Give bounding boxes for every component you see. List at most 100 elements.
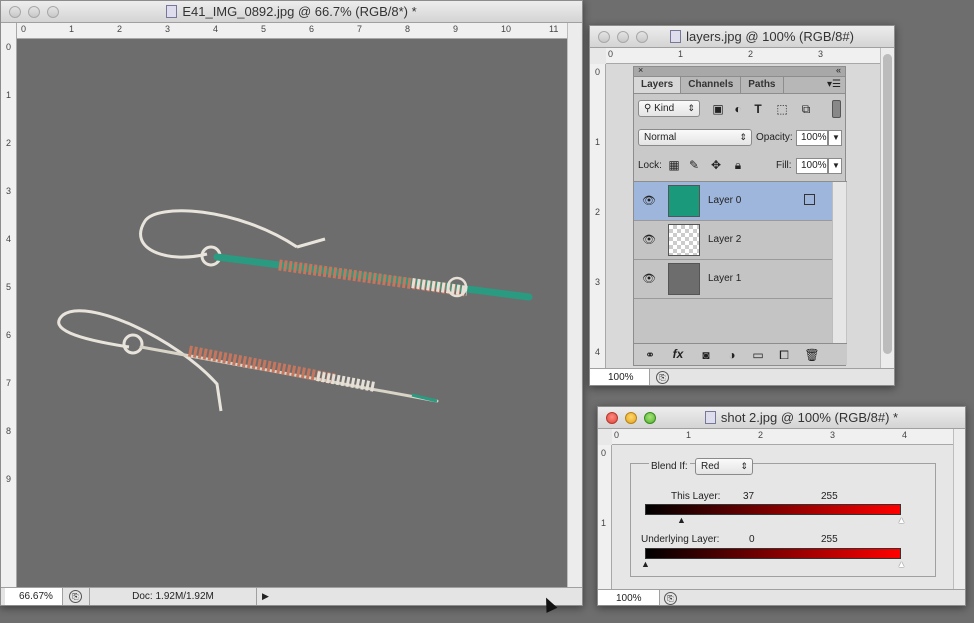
blend-mode-dropdown[interactable]: Normal ⇕: [638, 129, 752, 146]
document-size-info[interactable]: Doc: 1.92M/1.92M: [89, 588, 257, 605]
visibility-eye-icon[interactable]: 👁︎: [642, 273, 656, 285]
status-share-icon[interactable]: ⎘: [69, 590, 82, 603]
adjustment-filter-icon[interactable]: ◐: [730, 102, 746, 116]
scrollbar-thumb[interactable]: [883, 54, 892, 354]
ruler-v-label: 2: [595, 207, 601, 217]
status-share-icon[interactable]: ⎘: [664, 592, 677, 605]
tab-channels[interactable]: Channels: [681, 77, 742, 93]
zoom-button[interactable]: [644, 412, 656, 424]
panel-collapse-icon[interactable]: «: [836, 65, 841, 75]
layer-name: Layer 1: [708, 273, 742, 284]
shot-window-status-bar: 100% ⎘: [598, 589, 965, 605]
blend-if-channel-dropdown[interactable]: Red ⇕: [695, 458, 753, 475]
opacity-dropdown-arrow[interactable]: ▼: [828, 130, 842, 146]
pixel-filter-icon[interactable]: ▣: [710, 102, 726, 116]
zoom-button[interactable]: [636, 31, 648, 43]
layer-row-layer-1[interactable]: 👁︎ Layer 1: [634, 260, 832, 299]
lock-pixels-brush-icon[interactable]: ✎: [686, 158, 702, 172]
lock-transparency-icon[interactable]: ▦: [666, 158, 682, 172]
ruler-v-label: 0: [595, 67, 601, 77]
smart-object-filter-icon[interactable]: ⧉: [798, 102, 814, 116]
minimize-button[interactable]: [28, 6, 40, 18]
link-layers-icon[interactable]: ⚭: [642, 348, 658, 362]
kind-filter-dropdown[interactable]: ⚲ Kind ⇕: [638, 100, 700, 117]
layer-row-layer-0[interactable]: 👁︎ Layer 0: [634, 182, 832, 221]
lock-all-icon[interactable]: 🔒︎: [730, 158, 746, 172]
zoom-level-field[interactable]: 66.67%: [5, 588, 63, 605]
ruler-v-label: 8: [6, 426, 12, 436]
layer-list-scrollbar[interactable]: [832, 182, 846, 344]
window-controls: [606, 412, 656, 424]
ruler-v-label: 4: [595, 347, 601, 357]
status-menu-arrow-icon[interactable]: ▶: [262, 588, 269, 605]
underlying-layer-label: Underlying Layer:: [641, 534, 720, 545]
main-vertical-scrollbar[interactable]: [567, 23, 581, 589]
this-layer-black-slider[interactable]: ▲: [677, 516, 686, 525]
filter-toggle-switch[interactable]: [832, 100, 841, 118]
document-icon: [166, 5, 178, 18]
blend-if-label: Blend If:: [649, 461, 690, 472]
layers-window-titlebar[interactable]: layers.jpg @ 100% (RGB/8#): [590, 26, 894, 48]
type-filter-icon[interactable]: T: [750, 102, 766, 116]
delete-layer-trash-icon[interactable]: 🗑︎: [804, 348, 820, 362]
lock-label: Lock:: [638, 160, 662, 171]
panel-close-icon[interactable]: ×: [638, 65, 643, 75]
ruler-h-label: 2: [117, 24, 123, 34]
shot-window-titlebar[interactable]: shot 2.jpg @ 100% (RGB/8#) *: [598, 407, 965, 429]
ruler-v-label: 3: [595, 277, 601, 287]
ruler-h-label: 8: [405, 24, 411, 34]
shot-window-scrollbar[interactable]: [953, 429, 965, 589]
lock-position-move-icon[interactable]: ✥: [708, 158, 724, 172]
this-layer-white-slider[interactable]: ▲: [897, 516, 906, 525]
ruler-h-label: 6: [309, 24, 315, 34]
visibility-eye-icon[interactable]: 👁︎: [642, 195, 656, 207]
minimize-button[interactable]: [625, 412, 637, 424]
fx-icon[interactable]: fx: [670, 347, 686, 361]
status-share-icon[interactable]: ⎘: [656, 371, 669, 384]
main-status-bar: 66.67% ⎘ Doc: 1.92M/1.92M ▶: [1, 587, 582, 605]
ruler-v-label: 4: [6, 234, 12, 244]
main-vertical-ruler: 0 1 2 3 4 5 6 7 8 9: [1, 39, 17, 587]
tab-paths[interactable]: Paths: [741, 77, 784, 93]
new-group-folder-icon[interactable]: ▭: [750, 348, 766, 362]
shot-canvas[interactable]: Blend If: Red ⇕ This Layer: 37 255 ▲ ▲ U…: [612, 445, 953, 589]
ruler-h-label: 1: [678, 49, 684, 59]
new-layer-icon[interactable]: ⧠: [776, 348, 792, 362]
tab-layers[interactable]: Layers: [634, 77, 682, 93]
ruler-h-label: 4: [902, 430, 908, 440]
layer-thumbnail: [668, 185, 700, 217]
ruler-v-label: 1: [601, 518, 607, 528]
visibility-eye-icon[interactable]: 👁︎: [642, 234, 656, 246]
zoom-level-field[interactable]: 100%: [598, 590, 660, 605]
main-titlebar[interactable]: E41_IMG_0892.jpg @ 66.7% (RGB/8*) *: [1, 1, 582, 23]
opacity-input[interactable]: 100%: [796, 130, 828, 146]
adjustment-layer-icon[interactable]: ◑: [724, 348, 740, 362]
layers-panel: × « Layers Channels Paths ▾☰ ⚲ Kind ⇕ ▣ …: [633, 65, 847, 366]
layer-row-layer-2[interactable]: 👁︎ Layer 2: [634, 221, 832, 260]
close-button[interactable]: [598, 31, 610, 43]
zoom-level-field[interactable]: 100%: [590, 369, 650, 385]
fill-input[interactable]: 100%: [796, 158, 828, 174]
image-canvas[interactable]: [17, 39, 567, 587]
fill-dropdown-arrow[interactable]: ▼: [828, 158, 842, 174]
this-layer-label: This Layer:: [671, 491, 721, 502]
minimize-button[interactable]: [617, 31, 629, 43]
underlying-gradient-bar: [645, 548, 901, 559]
panel-menu-icon[interactable]: ▾☰: [827, 77, 845, 93]
underlying-black-slider[interactable]: ▲: [641, 560, 650, 569]
zoom-button[interactable]: [47, 6, 59, 18]
layers-document-window: layers.jpg @ 100% (RGB/8#) 0 1 2 3 0 1 2…: [589, 25, 895, 386]
underlying-low-value: 0: [749, 534, 755, 545]
close-button[interactable]: [9, 6, 21, 18]
underlying-white-slider[interactable]: ▲: [897, 560, 906, 569]
main-document-window: E41_IMG_0892.jpg @ 66.7% (RGB/8*) * 0 1 …: [0, 0, 583, 606]
shape-filter-icon[interactable]: ⬚: [774, 102, 790, 116]
panel-top-strip: × «: [634, 65, 845, 77]
close-button[interactable]: [606, 412, 618, 424]
ruler-v-label: 0: [6, 42, 12, 52]
add-mask-icon[interactable]: ◙: [698, 348, 714, 362]
ruler-h-label: 2: [758, 430, 764, 440]
ruler-h-label: 0: [608, 49, 614, 59]
shot-vertical-ruler: 0 1: [598, 445, 612, 589]
layers-window-scrollbar[interactable]: [880, 48, 894, 370]
